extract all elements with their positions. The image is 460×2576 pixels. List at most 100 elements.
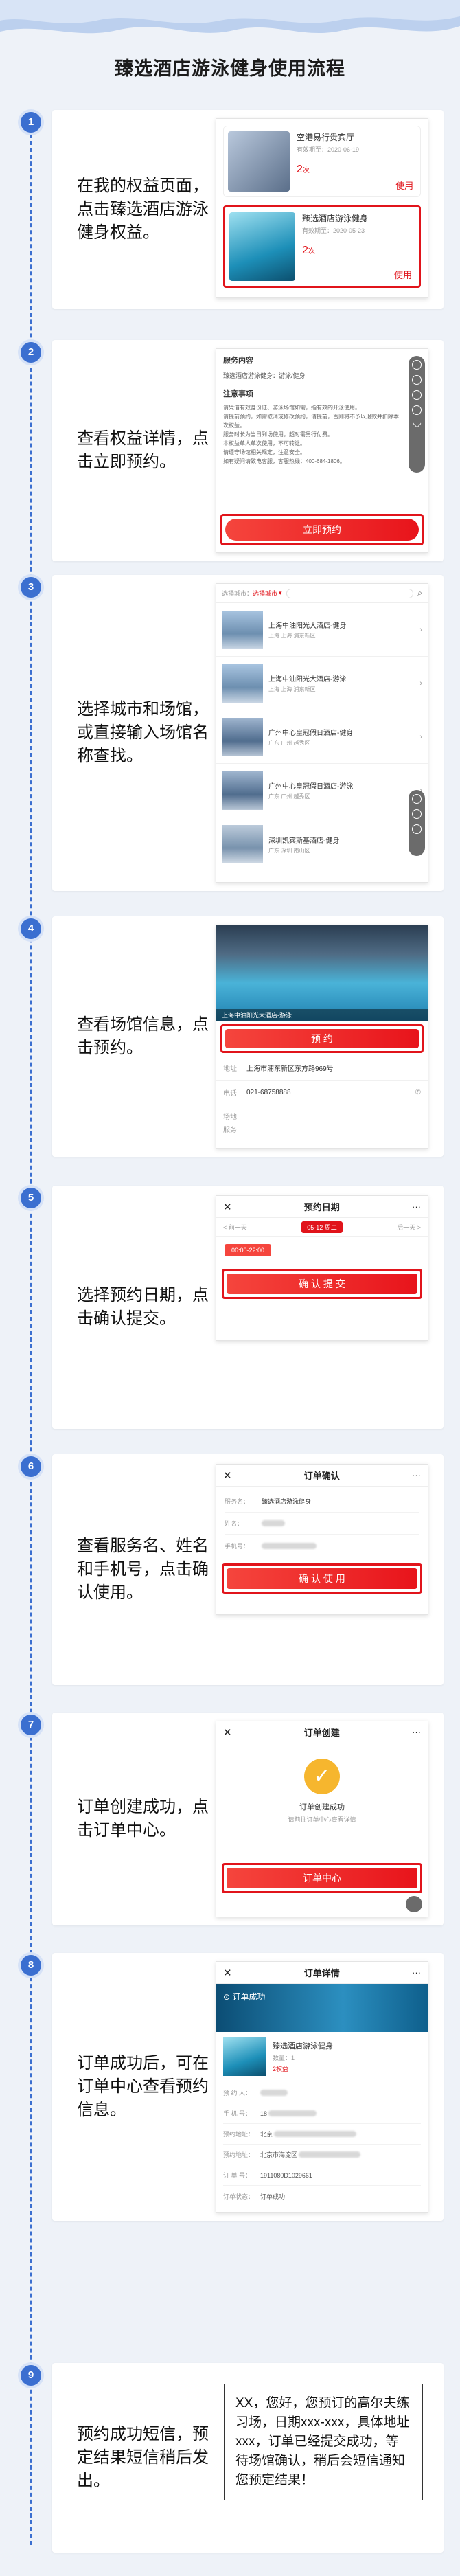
- more-icon[interactable]: ···: [412, 1470, 421, 1480]
- reserve-button-highlight: 立即预约: [220, 514, 424, 545]
- confirm-submit-button[interactable]: 确 认 提 交: [227, 1274, 417, 1294]
- close-icon[interactable]: ✕: [223, 1469, 232, 1482]
- time-slot[interactable]: 06:00-22:00: [225, 1244, 272, 1256]
- floating-sidebar[interactable]: [409, 356, 425, 473]
- venue-photo: [222, 610, 263, 649]
- city-filter-bar: 选择城市： 选择城市 ▾ ⌕: [216, 584, 428, 603]
- benefit-count: 2: [302, 245, 308, 256]
- step-4-card: 查看场馆信息，点击预约。 上海中油阳光大酒店-游泳 预 约 地址 上海市浦东新区…: [52, 916, 444, 1157]
- venue-item[interactable]: 广州中心皇冠假日酒店-健身 广东 广州 越秀区 ›: [216, 710, 428, 764]
- prev-day-link[interactable]: < 前一天: [223, 1223, 247, 1232]
- phone-icon[interactable]: ✆: [415, 1089, 421, 1096]
- detail-value: 北京市海淀区: [260, 2151, 298, 2158]
- step-number-1: 1: [21, 112, 41, 133]
- header-wave: [0, 0, 460, 48]
- detail-label: 订单状态：: [223, 2193, 255, 2200]
- reserve-now-button[interactable]: 立即预约: [225, 519, 419, 541]
- step-number-2: 2: [21, 342, 41, 363]
- step-6-text: 查看服务名、姓名和手机号，点击确认使用。: [77, 1537, 209, 1602]
- service-bullet: 臻选酒店游泳健身：游泳/健身: [223, 372, 306, 379]
- product-qty: 数量：1: [273, 2054, 295, 2061]
- floating-sidebar[interactable]: [409, 790, 425, 856]
- service-row: 服务名： 臻选酒店游泳健身: [225, 1491, 419, 1513]
- search-icon[interactable]: ⌕: [417, 588, 422, 598]
- venue-list-screen: 选择城市： 选择城市 ▾ ⌕ 上海中油阳光大酒店-健身 上海 上海 浦东新区 › …: [216, 583, 428, 883]
- close-icon[interactable]: ✕: [223, 1726, 232, 1739]
- nav-bar: ✕ 订单创建 ···: [216, 1721, 428, 1743]
- user-icon[interactable]: [412, 824, 422, 834]
- address-row: 地址 上海市浦东新区东方路969号: [216, 1056, 428, 1081]
- step-1-text: 在我的权益页面，点击臻选酒店游泳健身权益。: [77, 177, 209, 242]
- venue-list: 上海中油阳光大酒店-健身 上海 上海 浦东新区 › 上海中油阳光大酒店-游泳 上海 …: [216, 603, 428, 871]
- sms-message: XX，您好，您预订的高尔夫练习场，日期xxx-xxx，具体地址xxx，订单已经提…: [224, 2384, 423, 2500]
- benefit-name: 臻选酒店游泳健身: [302, 214, 369, 223]
- close-icon[interactable]: ✕: [223, 1967, 232, 1979]
- more-icon[interactable]: ···: [412, 1967, 421, 1978]
- home-icon[interactable]: [412, 794, 422, 804]
- detail-row: 订单状态： 订单成功: [223, 2186, 421, 2206]
- benefit-card-lounge[interactable]: 空港易行贵宾厅 有效期至：2020-06-19 2次 使用: [223, 126, 421, 197]
- detail-value: 北京: [260, 2131, 273, 2138]
- phone-row[interactable]: 电话 021-68758888 ✆: [216, 1081, 428, 1105]
- venue-name: 广州中心皇冠假日酒店-健身: [268, 730, 354, 737]
- use-link[interactable]: 使用: [394, 268, 412, 281]
- venue-name: 深圳凯宾斯基酒店-健身: [268, 837, 340, 845]
- confirm-use-button[interactable]: 确 认 使 用: [227, 1568, 417, 1589]
- close-icon[interactable]: ✕: [223, 1201, 232, 1213]
- user-icon[interactable]: [412, 405, 422, 415]
- name-value-redacted: [262, 1520, 285, 1526]
- venue-item[interactable]: 上海中油阳光大酒店-游泳 上海 上海 浦东新区 ›: [216, 657, 428, 710]
- order-center-button[interactable]: 订单中心: [227, 1868, 417, 1888]
- venue-search-input[interactable]: [286, 588, 414, 598]
- nav-title: 订单详情: [303, 1968, 340, 1978]
- book-button[interactable]: 预 约: [225, 1029, 419, 1048]
- use-link[interactable]: 使用: [395, 179, 413, 192]
- step-8-text: 订单成功后，可在订单中心查看预约信息。: [77, 2054, 209, 2119]
- venue-name: 上海中油阳光大酒店-游泳: [268, 676, 347, 683]
- benefit-card-swim[interactable]: 臻选酒店游泳健身 有效期至：2020-05-23 2次 使用: [223, 205, 421, 288]
- venue-item[interactable]: 上海中油阳光大酒店-健身 上海 上海 浦东新区 ›: [216, 603, 428, 657]
- city-select[interactable]: 选择城市: [253, 589, 277, 598]
- chat-icon[interactable]: [412, 809, 422, 819]
- benefit-name: 空港易行贵宾厅: [297, 133, 355, 142]
- more-icon[interactable]: ···: [412, 1727, 421, 1737]
- venue-address: 广东 广州 越秀区: [268, 793, 310, 800]
- venue-item[interactable]: 深圳凯宾斯基酒店-健身广东 深圳 南山区 ›: [216, 817, 428, 871]
- detail-row: 订 单 号： 1911080D1029661: [223, 2165, 421, 2186]
- benefit-valid: 有效期至：2020-05-23: [302, 227, 365, 234]
- step-8-card: 订单成功后，可在订单中心查看预约信息。 ✕ 订单详情 ··· ⊙ 订单成功 臻选…: [52, 1953, 444, 2221]
- book-button-highlight: 预 约: [220, 1024, 424, 1053]
- step-9-text: 预约成功短信，预定结果短信稍后发出。: [77, 2425, 209, 2490]
- name-label: 姓名：: [225, 1520, 244, 1527]
- step-5-card: 选择预约日期，点击确认提交。 ✕ 预约日期 ··· < 前一天 05-12 周二…: [52, 1186, 444, 1429]
- venue-address: 上海 上海 浦东新区: [268, 633, 316, 639]
- more-icon[interactable]: ···: [412, 1201, 421, 1212]
- order-product: 臻选酒店游泳健身 数量：1 2权益: [216, 2032, 428, 2081]
- venue-name: 广州中心皇冠假日酒店-游泳: [268, 783, 354, 791]
- venue-item[interactable]: 广州中心皇冠假日酒店-游泳 广东 广州 越秀区 ›: [216, 764, 428, 817]
- nav-title: 订单确认: [303, 1471, 340, 1481]
- detail-value: 18: [260, 2110, 268, 2117]
- chevron-down-icon[interactable]: [412, 419, 422, 428]
- date-picker[interactable]: 05-12 周二: [301, 1221, 343, 1233]
- redacted-value: [260, 2090, 288, 2096]
- user-icon[interactable]: [406, 1896, 422, 1912]
- detail-label: 手 机 号：: [223, 2110, 252, 2117]
- page-title: 臻选酒店游泳健身使用流程: [115, 58, 345, 79]
- address-value: 上海市浦东新区东方路969号: [246, 1065, 334, 1073]
- chat-icon[interactable]: [412, 390, 422, 400]
- phone-label: 手机号：: [225, 1542, 250, 1550]
- next-day-link[interactable]: 后一天 >: [397, 1223, 421, 1232]
- lounge-photo: [228, 131, 290, 192]
- step-1-card: 在我的权益页面，点击臻选酒店游泳健身权益。 空港易行贵宾厅 有效期至：2020-…: [52, 110, 444, 309]
- date-switcher: < 前一天 05-12 周二 后一天 >: [216, 1218, 428, 1237]
- detail-row: 预 约 人：: [223, 2083, 421, 2103]
- home-icon[interactable]: [412, 360, 422, 370]
- detail-value: 1911080D1029661: [260, 2171, 312, 2179]
- note-item: 服务时长为当日到场使用，超时需另行付费。: [223, 431, 333, 438]
- date-select-screen: ✕ 预约日期 ··· < 前一天 05-12 周二 后一天 > 06:00-22…: [216, 1195, 428, 1341]
- venue-photo: [222, 717, 263, 756]
- benefit-valid: 有效期至：2020-06-19: [297, 146, 360, 153]
- info-label: 服务: [223, 1127, 237, 1134]
- contact-icon[interactable]: [412, 375, 422, 385]
